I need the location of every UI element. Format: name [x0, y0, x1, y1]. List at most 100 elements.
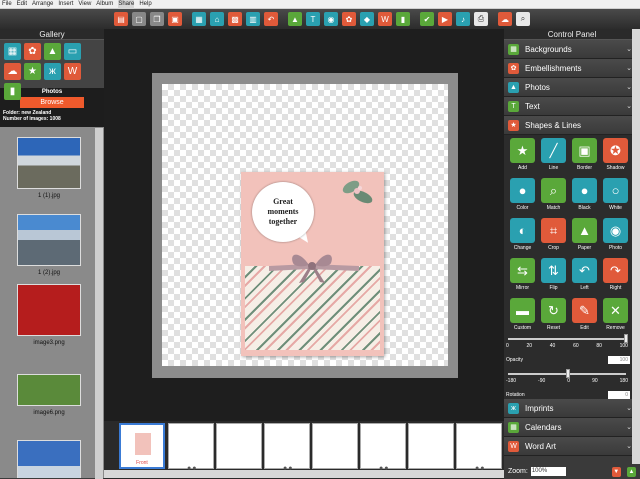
tool-photo[interactable]: ◉ Photo: [600, 217, 631, 257]
toolbar-shape-icon[interactable]: ◆: [360, 12, 374, 26]
tool-right[interactable]: ↷ Right: [600, 257, 631, 297]
section-calendars[interactable]: ▦ Calendars ⌄: [504, 418, 640, 437]
gallery-star-icon[interactable]: ★: [24, 63, 41, 80]
toolbar-search-icon[interactable]: ⌕: [516, 12, 530, 26]
toolbar-text-icon[interactable]: T: [306, 12, 320, 26]
toolbar-undo-icon[interactable]: ↶: [264, 12, 278, 26]
zoom-in-icon[interactable]: ▲: [626, 466, 637, 477]
menu-file[interactable]: File: [2, 0, 12, 9]
tool-mirror[interactable]: ⇆ Mirror: [507, 257, 538, 297]
page-thumb[interactable]: ●●: [168, 423, 214, 472]
thumbnail-item[interactable]: image3.png: [17, 284, 81, 346]
gallery-photos-icon[interactable]: ▲: [44, 43, 61, 60]
tool-shadow[interactable]: ✪ Shadow: [600, 137, 631, 177]
section-text[interactable]: T Text ⌄: [504, 97, 640, 116]
menu-arrange[interactable]: Arrange: [32, 0, 53, 9]
page-thumb-front[interactable]: Front: [119, 423, 165, 469]
thumbnail-item[interactable]: image6.png: [17, 374, 81, 416]
toolbar-printer-icon[interactable]: ⎙: [474, 12, 488, 26]
tool-flip[interactable]: ⇅ Flip: [538, 257, 569, 297]
section-shapes-lines[interactable]: ★ Shapes & Lines: [504, 116, 640, 135]
rotation-knob[interactable]: [566, 369, 570, 378]
toolbar-export-icon[interactable]: ▥: [246, 12, 260, 26]
zoom-out-icon[interactable]: ▼: [611, 466, 621, 477]
ribbon-bow-icon[interactable]: [269, 245, 359, 285]
rotation-slider[interactable]: -180 -90 0 90 180: [506, 369, 628, 384]
opacity-knob[interactable]: [624, 334, 628, 343]
gallery-layouts-icon[interactable]: ▭: [64, 43, 81, 60]
toolbar-play-icon[interactable]: ▶: [438, 12, 452, 26]
toolbar-layers-icon[interactable]: ▤: [114, 12, 128, 26]
tool-white[interactable]: ○ White: [600, 177, 631, 217]
section-photos[interactable]: ▲ Photos ⌄: [504, 78, 640, 97]
tool-reset[interactable]: ↻ Reset: [538, 297, 569, 337]
section-embellishments[interactable]: ✿ Embellishments ⌄: [504, 59, 640, 78]
gallery-wordart-icon[interactable]: W: [64, 63, 81, 80]
tool-match[interactable]: ⌕ Match: [538, 177, 569, 217]
thumbnail-item[interactable]: 1 (1).jpg: [17, 137, 81, 199]
menu-album[interactable]: Album: [96, 0, 113, 9]
opacity-slider[interactable]: 0 20 40 60 80 100: [506, 334, 628, 349]
tool-custom[interactable]: ▬ Custom: [507, 297, 538, 337]
tool-edit[interactable]: ✎ Edit: [569, 297, 600, 337]
toolbar-page-icon[interactable]: ▢: [132, 12, 146, 26]
gallery-scrollbar[interactable]: [95, 128, 103, 479]
page-thumb[interactable]: [408, 423, 454, 469]
gallery-album-icon[interactable]: ▮: [4, 83, 21, 100]
toolbar-check-icon[interactable]: ✔: [420, 12, 434, 26]
tool-line[interactable]: ╱ Line: [538, 137, 569, 177]
section-backgrounds[interactable]: ▦ Backgrounds ⌄: [504, 40, 640, 59]
tool-remove[interactable]: ✕ Remove: [600, 297, 631, 337]
page-thumb[interactable]: ●●: [456, 423, 502, 472]
menu-edit[interactable]: Edit: [17, 0, 27, 9]
toolbar-save-icon[interactable]: ⌂: [210, 12, 224, 26]
rotation-value-field[interactable]: 0: [608, 391, 630, 399]
menu-view[interactable]: View: [78, 0, 91, 9]
tool-paper[interactable]: ▲ Paper: [569, 217, 600, 257]
page-thumb[interactable]: [216, 423, 262, 469]
gallery-embellishments-icon[interactable]: ✿: [24, 43, 41, 60]
zoom-select[interactable]: 100%: [530, 467, 566, 476]
leaf-embellishment-icon[interactable]: [341, 177, 377, 207]
page-thumb[interactable]: ●●: [264, 423, 310, 472]
tool-add[interactable]: ★ Add: [507, 137, 538, 177]
toolbar-cloud-icon[interactable]: ☁: [498, 12, 512, 26]
thumbnail-item[interactable]: [17, 440, 81, 478]
opacity-tick: 0: [506, 343, 509, 349]
bubble-text[interactable]: Great moments together: [267, 197, 298, 227]
thumbnail-item[interactable]: 1 (2).jpg: [17, 214, 81, 276]
tool-crop[interactable]: ⌗ Crop: [538, 217, 569, 257]
gallery-backgrounds-icon[interactable]: ▦: [4, 43, 21, 60]
menu-insert[interactable]: Insert: [58, 0, 73, 9]
menu-share[interactable]: Share: [118, 0, 135, 9]
gallery-butterfly-icon[interactable]: ж: [44, 63, 61, 80]
toolbar-image-icon[interactable]: ▲: [288, 12, 302, 26]
speech-bubble[interactable]: Great moments together: [252, 182, 314, 242]
tool-left[interactable]: ↶ Left: [569, 257, 600, 297]
toolbar-duplicate-icon[interactable]: ❐: [150, 12, 164, 26]
toolbar-wordart-icon[interactable]: W: [378, 12, 392, 26]
tool-change[interactable]: ◐ Change: [507, 217, 538, 257]
gallery-cloud-icon[interactable]: ☁: [4, 63, 21, 80]
toolbar-album-icon[interactable]: ▮: [396, 12, 410, 26]
toolbar-music-icon[interactable]: ♪: [456, 12, 470, 26]
page-thumb[interactable]: [312, 423, 358, 469]
control-panel-scrollbar[interactable]: [632, 29, 640, 464]
toolbar-embellish-icon[interactable]: ✿: [342, 12, 356, 26]
flip-icon: ⇅: [541, 258, 566, 283]
browse-button[interactable]: Browse: [20, 97, 84, 108]
menu-help[interactable]: Help: [139, 0, 151, 9]
opacity-value-field[interactable]: 100: [608, 356, 630, 364]
toolbar-delete-page-icon[interactable]: ▣: [168, 12, 182, 26]
card-layout[interactable]: Great moments together: [241, 172, 384, 356]
page-thumb[interactable]: ●●: [360, 423, 406, 472]
tool-border[interactable]: ▣ Border: [569, 137, 600, 177]
toolbar-photo-icon[interactable]: ◉: [324, 12, 338, 26]
tool-color[interactable]: ● Color: [507, 177, 538, 217]
section-imprints[interactable]: ж Imprints ⌄: [504, 399, 640, 418]
section-word-art[interactable]: W Word Art ⌄: [504, 437, 640, 456]
strip-scrollbar[interactable]: [104, 470, 504, 478]
toolbar-print-icon[interactable]: ▩: [228, 12, 242, 26]
toolbar-grid-icon[interactable]: ▦: [192, 12, 206, 26]
tool-black[interactable]: ● Black: [569, 177, 600, 217]
